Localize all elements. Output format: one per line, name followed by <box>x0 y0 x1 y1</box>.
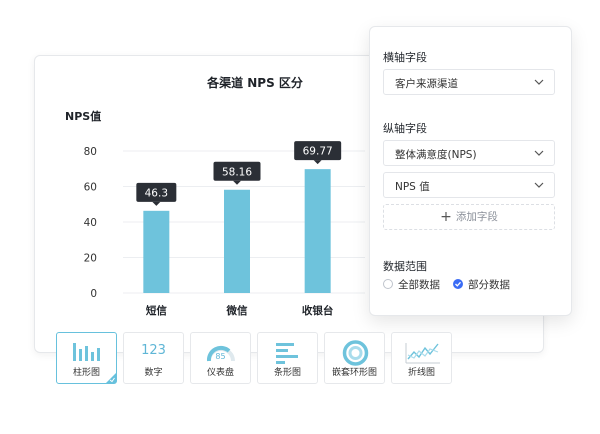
chart-type-donut-label: 嵌套环形图 <box>331 368 377 378</box>
y-tick-label: 20 <box>84 253 97 265</box>
chart-type-gauge-label: 仪表盘 <box>206 368 234 378</box>
radio-partial-data[interactable]: 部分数据 <box>453 277 510 292</box>
y-tick-label: 0 <box>90 288 97 300</box>
x-tick-label: 收银台 <box>302 304 334 317</box>
radio-partial-data-label: 部分数据 <box>468 279 510 291</box>
data-label: 69.77 <box>303 146 333 158</box>
data-label: 46.3 <box>145 187 168 199</box>
radio-checked-icon <box>453 279 463 289</box>
x-tick-label: 短信 <box>146 304 167 317</box>
add-field-button[interactable]: + 添加字段 <box>383 204 555 230</box>
radio-unchecked-icon <box>383 279 393 289</box>
y-axis-field-select-2[interactable]: NPS 值 <box>383 172 555 198</box>
y-tick-label: 60 <box>84 182 97 194</box>
data-label: 58.16 <box>222 166 252 178</box>
plus-icon: + <box>440 209 452 225</box>
y-tick-label: 80 <box>84 146 97 158</box>
selected-corner-icon <box>106 373 116 383</box>
field-config-panel: 横轴字段 客户来源渠道 纵轴字段 整体满意度(NPS) NPS 值 + 添加字段 … <box>369 26 572 316</box>
x-tick-label: 微信 <box>226 304 248 317</box>
x-axis-field-select[interactable]: 客户来源渠道 <box>383 69 555 95</box>
add-field-label: 添加字段 <box>455 211 498 223</box>
y-axis-field-value-1: 整体满意度(NPS) <box>395 149 477 161</box>
data-label-pointer <box>233 180 241 185</box>
chart-type-line-label: 折线图 <box>407 368 435 378</box>
data-label-pointer <box>313 160 322 165</box>
gauge-icon-value: 85 <box>215 352 226 361</box>
bar <box>224 189 250 293</box>
radio-all-data[interactable]: 全部数据 <box>383 277 440 292</box>
chart-type-hbar-label: 条形图 <box>273 368 301 378</box>
y-axis-field-label: 纵轴字段 <box>383 122 427 135</box>
y-axis-label: NPS值 <box>65 109 101 123</box>
chart-type-gauge[interactable]: 85 仪表盘 <box>190 332 251 384</box>
chart-type-number[interactable]: 123 数字 <box>123 332 184 384</box>
chevron-down-icon <box>534 182 544 188</box>
data-label-pointer <box>152 201 161 206</box>
y-axis-field-value-2: NPS 值 <box>395 181 430 193</box>
data-range-label: 数据范围 <box>383 260 427 273</box>
chevron-down-icon <box>534 79 544 85</box>
y-tick-label: 40 <box>84 217 97 229</box>
number-icon: 123 <box>141 343 166 358</box>
y-axis-field-select-1[interactable]: 整体满意度(NPS) <box>383 140 555 166</box>
radio-all-data-label: 全部数据 <box>398 279 440 291</box>
chart-type-line[interactable]: 折线图 <box>391 332 452 384</box>
chart-type-number-label: 数字 <box>144 368 163 378</box>
chevron-down-icon <box>534 150 544 156</box>
x-axis-field-label: 横轴字段 <box>383 51 427 64</box>
bar <box>143 210 170 293</box>
chart-type-donut[interactable]: 嵌套环形图 <box>324 332 385 384</box>
chart-type-bar[interactable]: 柱形图 <box>56 332 117 384</box>
x-axis-field-value: 客户来源渠道 <box>395 78 458 90</box>
chart-type-hbar[interactable]: 条形图 <box>257 332 318 384</box>
bar <box>304 169 331 293</box>
